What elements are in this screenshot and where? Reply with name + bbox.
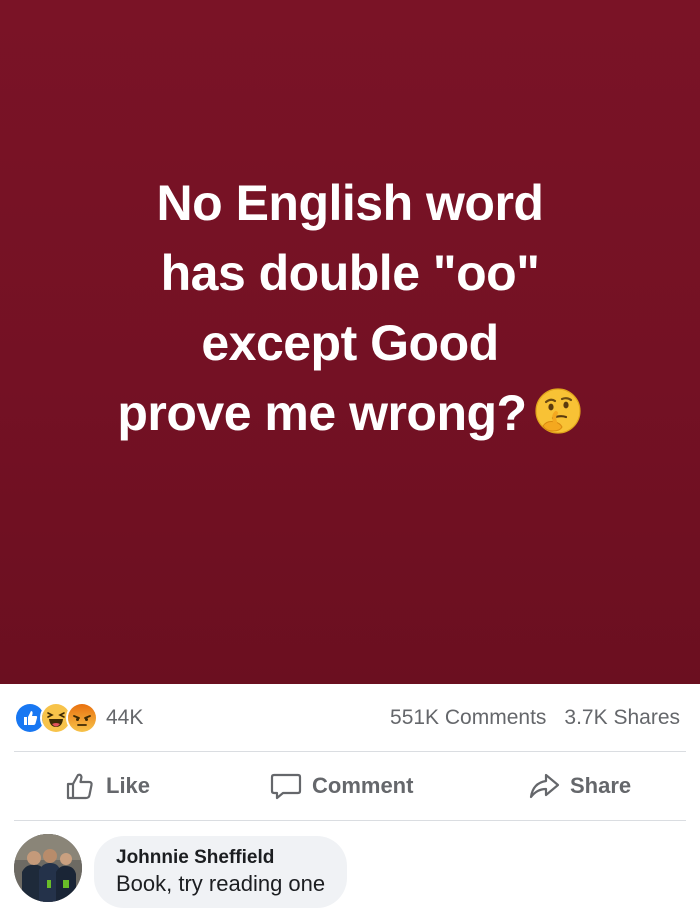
post-text-line-2: has double "oo"	[160, 245, 540, 301]
post-image[interactable]: No English word has double "oo" except G…	[0, 0, 700, 684]
comments-count-link[interactable]: 551K Comments	[390, 706, 546, 730]
actions-divider	[14, 820, 686, 821]
post-stats-right: 551K Comments 3.7K Shares	[390, 706, 680, 730]
post-image-text: No English word has double "oo" except G…	[0, 168, 700, 448]
speech-bubble-icon	[270, 770, 302, 802]
angry-reaction-icon	[66, 702, 98, 734]
thinking-face-emoji-icon	[533, 386, 583, 436]
share-arrow-icon	[528, 770, 560, 802]
post-text-line-4-wrap: prove me wrong?	[0, 378, 700, 448]
share-button[interactable]: Share	[528, 752, 631, 820]
post-text-line-3: except Good	[201, 315, 499, 371]
comment-text: Book, try reading one	[116, 871, 326, 896]
post-text-line-1: No English word	[156, 175, 544, 231]
comment-button[interactable]: Comment	[270, 752, 413, 820]
post-action-bar: Like Comment Share	[0, 752, 700, 820]
commenter-avatar[interactable]	[14, 834, 82, 902]
thumbs-up-icon	[64, 770, 96, 802]
post-text-line-4: prove me wrong?	[117, 385, 527, 441]
reactions-summary[interactable]: 44K	[14, 702, 144, 734]
shares-count-link[interactable]: 3.7K Shares	[564, 706, 680, 730]
comment-button-label: Comment	[312, 773, 414, 798]
post-stats-row: 44K 551K Comments 3.7K Shares	[0, 684, 700, 752]
like-button-label: Like	[106, 773, 151, 798]
comment-author-name[interactable]: Johnnie Sheffield	[116, 846, 325, 870]
comment-bubble[interactable]: Johnnie Sheffield Book, try reading one	[94, 836, 348, 908]
like-button[interactable]: Like	[64, 752, 150, 820]
share-button-label: Share	[570, 773, 632, 798]
facebook-post: No English word has double "oo" except G…	[0, 0, 700, 914]
reaction-count: 44K	[106, 706, 144, 729]
